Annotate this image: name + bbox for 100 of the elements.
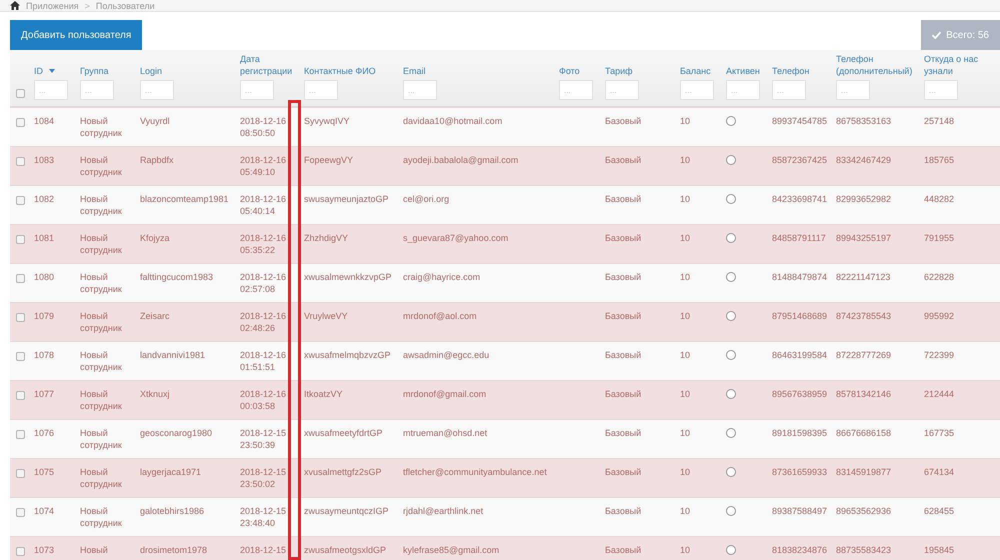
column-header[interactable]: Фото xyxy=(559,65,580,77)
active-radio[interactable] xyxy=(726,116,736,126)
table-cell-text: 2018-12-15 23:48:40 xyxy=(240,505,288,529)
column-header[interactable]: Email xyxy=(403,65,426,77)
active-radio[interactable] xyxy=(726,428,736,438)
column-header[interactable]: Активен xyxy=(726,65,760,77)
column-header[interactable]: Баланс xyxy=(680,65,711,77)
table-cell: 84858791117 xyxy=(772,233,826,243)
row-checkbox[interactable] xyxy=(16,235,25,244)
table-cell: 89567638959 xyxy=(772,389,828,399)
table-cell-text: Новый сотрудник xyxy=(80,310,123,334)
column-header[interactable]: ID xyxy=(34,65,43,77)
column-header[interactable]: Телефон (дополнительный) xyxy=(836,53,924,77)
table-cell: 1074 xyxy=(34,506,54,516)
home-icon[interactable] xyxy=(10,1,20,10)
filter-field[interactable]: ... xyxy=(559,80,593,100)
row-checkbox[interactable] xyxy=(16,508,25,517)
row-checkbox[interactable] xyxy=(16,430,25,439)
active-radio[interactable] xyxy=(726,389,736,399)
table-cell: 1075 xyxy=(34,467,54,477)
add-user-button[interactable]: Добавить пользователя xyxy=(10,20,142,50)
breadcrumb-link[interactable]: Приложения xyxy=(26,0,79,10)
table-cell: 185765 xyxy=(924,155,954,165)
active-radio[interactable] xyxy=(726,233,736,243)
table-cell-text: 2018-12-16 05:49:10 xyxy=(240,154,288,178)
breadcrumb-separator: > xyxy=(84,0,90,10)
table-cell: 622828 xyxy=(924,272,954,282)
table-cell: Базовый xyxy=(605,506,642,516)
column-header[interactable]: Login xyxy=(140,65,162,77)
filter-field[interactable]: ... xyxy=(403,80,437,100)
table-cell: 82221147123 xyxy=(836,272,890,282)
table-cell: galotebhirs1986 xyxy=(140,506,204,516)
filter-field[interactable]: ... xyxy=(304,80,338,100)
filter-field[interactable]: ... xyxy=(924,80,958,100)
row-checkbox[interactable] xyxy=(16,196,25,205)
filter-field[interactable]: ... xyxy=(240,80,274,100)
row-checkbox[interactable] xyxy=(16,313,25,322)
table-cell: Базовый xyxy=(605,194,642,204)
table-cell: 10 xyxy=(680,155,690,165)
row-checkbox[interactable] xyxy=(16,352,25,361)
table-cell: 791955 xyxy=(924,233,954,243)
table-cell: 85781342146 xyxy=(836,389,892,399)
row-checkbox[interactable] xyxy=(16,547,25,556)
table-cell: awsadmin@egcc.edu xyxy=(403,350,490,360)
row-checkbox[interactable] xyxy=(16,118,25,127)
active-radio[interactable] xyxy=(726,155,736,165)
table-cell-text: Новый сотрудник xyxy=(80,193,123,217)
table-cell: s_guevara87@yahoo.com xyxy=(403,233,508,243)
filter-field[interactable]: ... xyxy=(772,80,806,100)
breadcrumb-link[interactable]: Пользователи xyxy=(96,0,155,10)
column-header[interactable]: Телефон xyxy=(772,65,810,77)
table-cell-text: Новый сотрудник xyxy=(80,271,123,295)
row-checkbox[interactable] xyxy=(16,469,25,478)
active-radio[interactable] xyxy=(726,506,736,516)
table-cell: Базовый xyxy=(605,233,642,243)
row-checkbox[interactable] xyxy=(16,157,25,166)
table-cell: 87228777269 xyxy=(836,350,892,360)
filter-field[interactable]: ... xyxy=(605,80,639,100)
table-cell: 10 xyxy=(680,194,690,204)
table-cell-text: 2018-12-15 23:50:39 xyxy=(240,427,288,451)
active-radio[interactable] xyxy=(726,272,736,282)
filter-field[interactable]: ... xyxy=(140,80,174,100)
active-radio[interactable] xyxy=(726,467,736,477)
table-cell: 1079 xyxy=(34,311,54,321)
table-cell: 722399 xyxy=(924,350,954,360)
table-cell-text: 2018-12-16 05:35:22 xyxy=(240,232,288,256)
filter-field[interactable]: ... xyxy=(80,80,114,100)
column-header[interactable]: Дата регистрации xyxy=(240,53,304,77)
table-cell: 84233698741 xyxy=(772,194,828,204)
active-radio[interactable] xyxy=(726,350,736,360)
table-cell-text: 2018-12-16 08:50:50 xyxy=(240,115,288,139)
table-cell: davidaa10@hotmail.com xyxy=(403,116,502,126)
table-cell-text: Новый сотрудник xyxy=(80,427,123,451)
column-header[interactable]: Контактные ФИО xyxy=(304,65,376,77)
filter-field[interactable]: ... xyxy=(726,80,760,100)
filter-field[interactable]: ... xyxy=(34,80,68,100)
table-cell: Базовый xyxy=(605,311,642,321)
table-cell: 10 xyxy=(680,350,690,360)
sort-caret-icon[interactable] xyxy=(49,69,55,73)
active-radio[interactable] xyxy=(726,545,736,555)
table-cell: 88735583423 xyxy=(836,545,892,555)
table-cell: 1080 xyxy=(34,272,54,282)
table-cell: 1083 xyxy=(34,155,54,165)
table-cell: 10 xyxy=(680,428,690,438)
table-cell: tfletcher@communityambulance.net xyxy=(403,467,547,477)
column-header[interactable]: Откуда о нас узнали xyxy=(924,53,997,77)
table-cell: 86758353163 xyxy=(836,116,892,126)
filter-field[interactable]: ... xyxy=(680,80,714,100)
active-radio[interactable] xyxy=(726,311,736,321)
select-all-checkbox[interactable] xyxy=(16,89,25,98)
column-header[interactable]: Группа xyxy=(80,65,109,77)
table-cell: 10 xyxy=(680,506,690,516)
column-header[interactable]: Тариф xyxy=(605,65,633,77)
table-cell: 1078 xyxy=(34,350,54,360)
filter-field[interactable]: ... xyxy=(836,80,870,100)
check-icon xyxy=(932,31,942,39)
table-cell: 89937454785 xyxy=(772,116,828,126)
row-checkbox[interactable] xyxy=(16,274,25,283)
row-checkbox[interactable] xyxy=(16,391,25,400)
active-radio[interactable] xyxy=(726,194,736,204)
